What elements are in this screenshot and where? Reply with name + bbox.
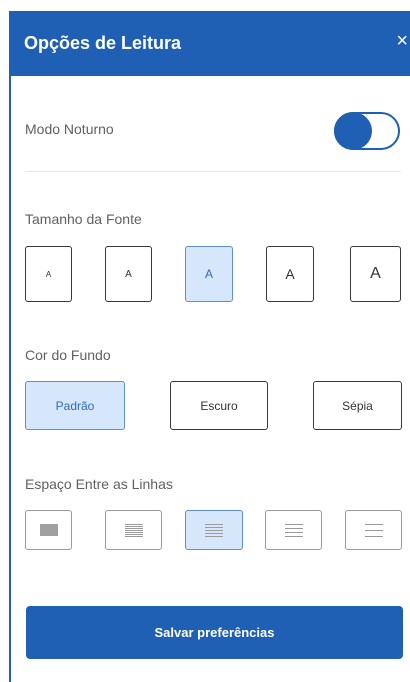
line-spacing-option-3[interactable] [185, 510, 243, 550]
line-spacing-label: Espaço Entre as Linhas [25, 476, 173, 492]
medium-lines-icon [205, 523, 223, 537]
font-size-option-l[interactable]: A [266, 246, 314, 302]
night-mode-label: Modo Noturno [25, 121, 114, 137]
background-option-default[interactable]: Padrão [25, 381, 125, 430]
toggle-knob [334, 112, 372, 150]
line-spacing-option-2[interactable] [105, 510, 162, 550]
solid-block-icon [39, 524, 58, 536]
background-color-label: Cor do Fundo [25, 347, 111, 363]
panel-header: Opções de Leitura × [11, 13, 410, 76]
divider [25, 171, 401, 172]
line-spacing-option-5[interactable] [345, 510, 402, 550]
font-size-option-xs[interactable]: A [25, 246, 72, 302]
line-spacing-option-4[interactable] [265, 510, 322, 550]
extra-loose-lines-icon [364, 523, 383, 537]
tight-lines-icon [124, 523, 143, 537]
font-size-option-xl[interactable]: A [350, 246, 401, 302]
font-size-option-s[interactable]: A [105, 246, 152, 302]
close-icon[interactable]: × [396, 30, 408, 52]
loose-lines-icon [284, 523, 303, 537]
background-option-dark[interactable]: Escuro [170, 381, 268, 430]
night-mode-toggle[interactable] [334, 112, 400, 150]
reading-options-panel: Opções de Leitura × Modo Noturno Tamanho… [9, 11, 410, 682]
background-option-sepia[interactable]: Sépia [313, 381, 402, 430]
save-preferences-button[interactable]: Salvar preferências [26, 606, 403, 659]
panel-title: Opções de Leitura [24, 33, 182, 53]
font-size-label: Tamanho da Fonte [25, 211, 142, 227]
font-size-option-m[interactable]: A [185, 246, 233, 302]
line-spacing-option-1[interactable] [25, 510, 72, 550]
